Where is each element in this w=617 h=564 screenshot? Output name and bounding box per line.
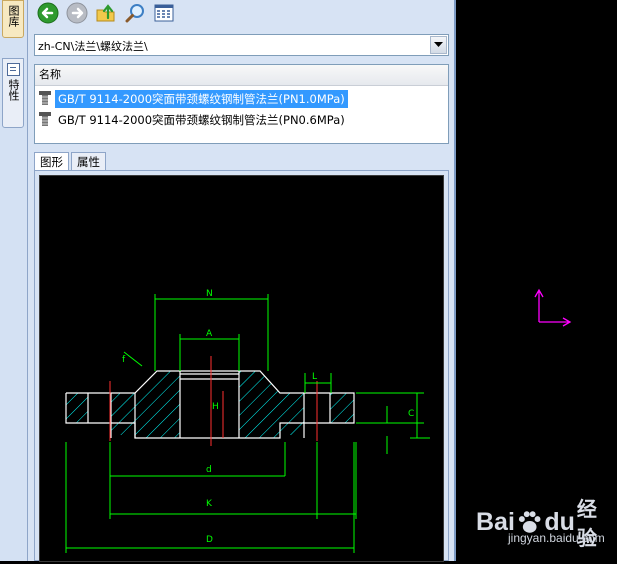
side-tab-library-label: 图库 — [7, 5, 20, 27]
watermark: Bai du 经验 jingyan.baidu.com — [476, 493, 616, 559]
side-tab-properties[interactable]: 特性 — [2, 58, 24, 128]
path-value: zh-CN\法兰\螺纹法兰\ — [38, 40, 148, 53]
back-arrow-icon — [37, 2, 59, 24]
path-dropdown-button[interactable] — [430, 36, 447, 54]
list-item[interactable]: GB/T 9114-2000突面带颈螺纹钢制管法兰(PN1.0MPa) — [37, 89, 348, 108]
watermark-url: jingyan.baidu.com — [508, 531, 605, 545]
flange-icon — [37, 112, 53, 128]
drawing-canvas: N A H L C f d K D — [39, 175, 444, 562]
preview-tabs: 图形 属性 — [34, 152, 108, 171]
back-button[interactable] — [36, 1, 60, 25]
dim-label-L: L — [312, 372, 317, 382]
library-panel: zh-CN\法兰\螺纹法兰\ 名称 GB/T 9114-2000突面带颈螺纹钢制… — [28, 0, 456, 562]
dim-label-A: A — [206, 329, 213, 339]
flange-drawing: N A H L C f d K D — [65, 289, 430, 553]
preview-frame: N A H L C f d K D — [34, 170, 449, 562]
dim-label-f: f — [122, 355, 126, 365]
dim-label-H: H — [212, 402, 219, 412]
dim-label-C: C — [408, 409, 414, 419]
magnifier-icon — [125, 4, 144, 23]
tab-graphic[interactable]: 图形 — [34, 152, 69, 171]
list-item-label: GB/T 9114-2000突面带颈螺纹钢制管法兰(PN1.0MPa) — [55, 89, 348, 108]
flange-section-hatch — [66, 371, 354, 438]
folder-up-icon — [96, 4, 115, 22]
view-button[interactable] — [152, 1, 176, 25]
path-combobox[interactable]: zh-CN\法兰\螺纹法兰\ — [34, 34, 449, 56]
dim-label-d: d — [206, 465, 212, 475]
search-button[interactable] — [123, 1, 147, 25]
side-tab-properties-label: 特性 — [7, 79, 20, 101]
toolbar — [36, 0, 176, 26]
list-item-label: GB/T 9114-2000突面带颈螺纹钢制管法兰(PN0.6MPa) — [58, 112, 345, 127]
properties-icon — [6, 63, 20, 76]
side-tab-library[interactable]: 图库 — [2, 0, 24, 38]
ucs-icon — [534, 288, 572, 327]
item-list: 名称 GB/T 9114-2000突面带颈螺纹钢制管法兰(PN1.0MPa) G… — [34, 64, 449, 144]
tab-attributes[interactable]: 属性 — [71, 152, 106, 170]
dim-label-D: D — [206, 535, 213, 545]
grid-view-icon — [154, 4, 174, 22]
flange-outline — [65, 370, 355, 439]
forward-arrow-icon — [66, 2, 88, 24]
list-column-header[interactable]: 名称 — [35, 65, 448, 86]
forward-button[interactable] — [65, 1, 89, 25]
dim-label-K: K — [206, 499, 213, 509]
list-item[interactable]: GB/T 9114-2000突面带颈螺纹钢制管法兰(PN0.6MPa) — [37, 110, 348, 129]
dim-label-N: N — [206, 289, 213, 299]
up-folder-button[interactable] — [94, 1, 118, 25]
model-space — [458, 0, 617, 561]
side-tab-strip: 图库 特性 — [0, 0, 28, 561]
chevron-down-icon — [434, 42, 443, 47]
flange-icon — [37, 91, 53, 107]
